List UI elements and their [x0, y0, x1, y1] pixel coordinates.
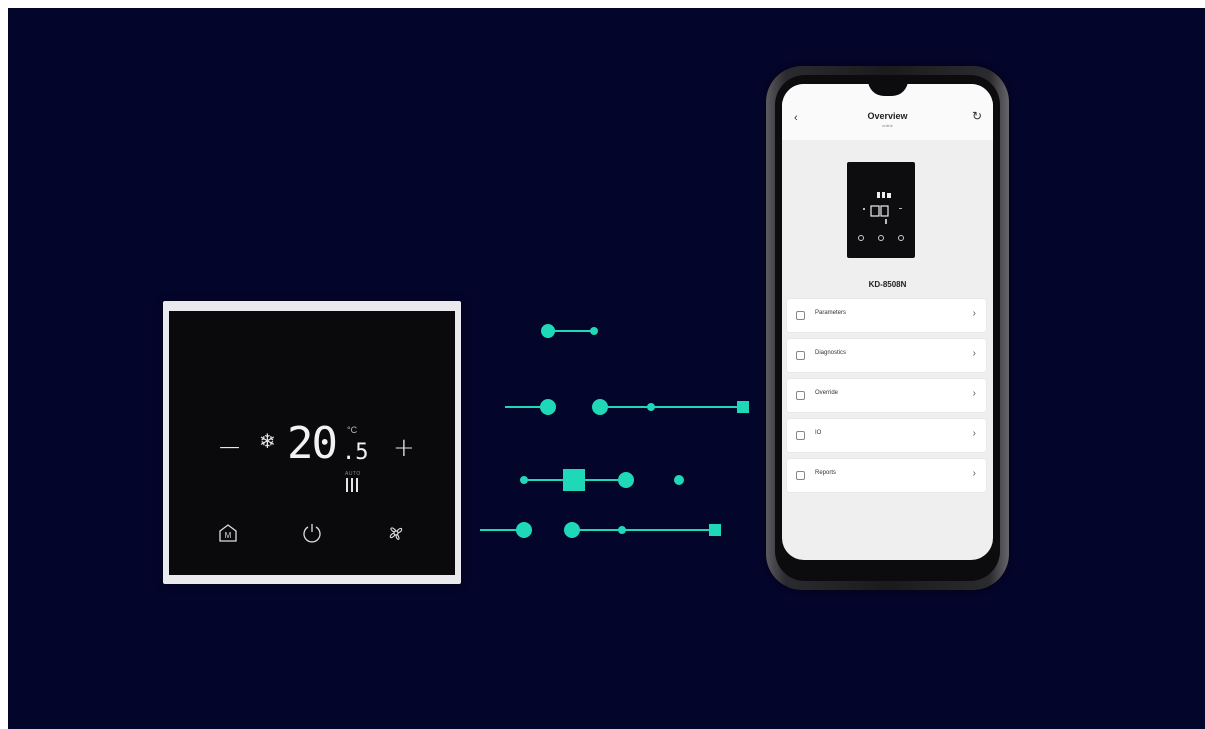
- menu-item-parameters[interactable]: Parameters ›: [787, 299, 986, 332]
- chevron-right-icon: ›: [972, 308, 976, 319]
- menu-item-reports[interactable]: Reports ›: [787, 459, 986, 492]
- menu-item-override[interactable]: Override ›: [787, 379, 986, 412]
- background-stage: − ❄ 20 °C .5 + AUTO M ‹ Overview online …: [8, 8, 1205, 729]
- menu-item-label: Override: [815, 390, 839, 396]
- menu-item-diagnostics[interactable]: Diagnostics ›: [787, 339, 986, 372]
- chevron-right-icon: ›: [972, 388, 976, 399]
- chevron-right-icon: ›: [972, 428, 976, 439]
- device-thumbnail: [847, 162, 915, 258]
- parameters-icon: [796, 311, 805, 320]
- menu-item-label: Reports: [815, 470, 837, 476]
- chevron-right-icon: ›: [972, 348, 976, 359]
- menu-item-label: Parameters: [815, 310, 847, 316]
- device-thumbnail-display: [858, 192, 904, 241]
- reports-icon: [796, 471, 805, 480]
- smartphone: ‹ Overview online ↻ KD-8508N Parameters …: [766, 66, 1009, 590]
- page-title: Overview: [867, 111, 908, 121]
- io-icon: [796, 431, 805, 440]
- menu-item-io[interactable]: IO ›: [787, 419, 986, 452]
- menu-item-label: Diagnostics: [815, 350, 847, 356]
- device-model: KD-8508N: [868, 280, 907, 289]
- page-subtitle: online: [882, 123, 893, 128]
- menu-list: Parameters › Diagnostics › Override › IO…: [787, 299, 986, 499]
- menu-item-label: IO: [815, 430, 822, 436]
- refresh-button[interactable]: ↻: [972, 109, 982, 123]
- connection-graphic: [480, 324, 749, 538]
- diagnostics-icon: [796, 351, 805, 360]
- phone-screen: ‹ Overview online ↻ KD-8508N Parameters …: [782, 84, 993, 560]
- override-icon: [796, 391, 805, 400]
- chevron-right-icon: ›: [972, 468, 976, 479]
